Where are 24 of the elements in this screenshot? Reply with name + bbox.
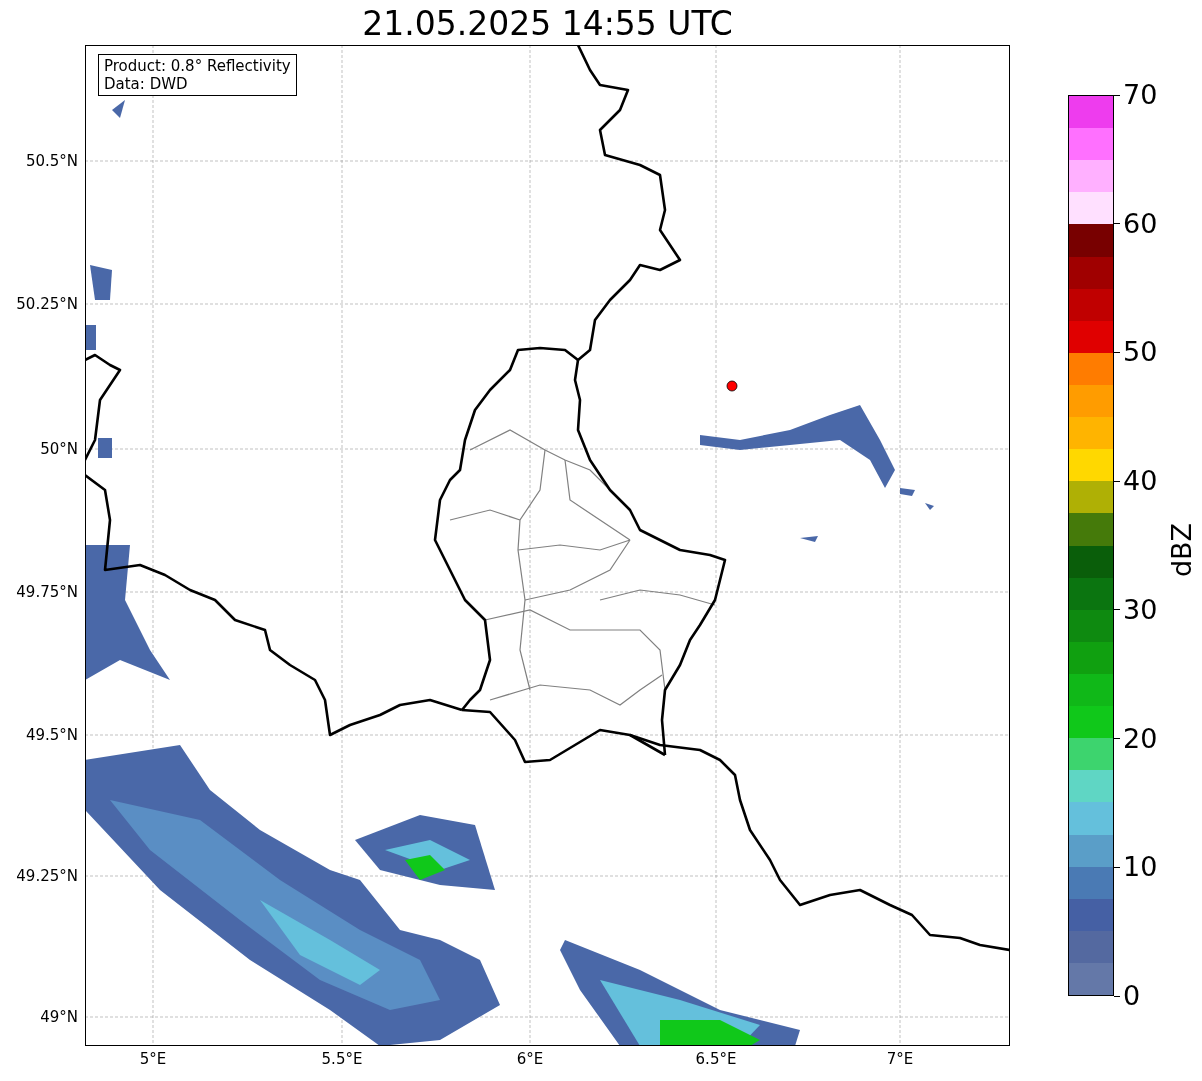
longitude-label: 7°E xyxy=(886,1050,914,1068)
longitude-label: 6.5°E xyxy=(695,1050,737,1068)
colorbar-tick-label: 30 xyxy=(1123,594,1158,625)
colorbar-tick-label: 20 xyxy=(1123,723,1158,754)
latitude-label: 50.25°N xyxy=(16,295,78,313)
latitude-label: 50°N xyxy=(40,440,78,458)
latitude-label: 49.25°N xyxy=(16,867,78,885)
latitude-label: 49.5°N xyxy=(25,726,78,744)
longitude-label: 6°E xyxy=(516,1050,544,1068)
colorbar-tick-label: 40 xyxy=(1123,466,1158,497)
chart-title: 21.05.2025 14:55 UTC xyxy=(362,4,733,44)
latitude-label: 49°N xyxy=(40,1008,78,1026)
colorbar-tick-label: 0 xyxy=(1123,981,1141,1011)
info-text: Data: DWD xyxy=(104,75,189,93)
longitude-label: 5.5°E xyxy=(321,1050,363,1068)
longitude-label: 5°E xyxy=(139,1050,167,1068)
latitude-label: 50.5°N xyxy=(25,152,78,170)
latitude-label: 49.75°N xyxy=(16,583,78,601)
info-text: Product: 0.8° Reflectivity xyxy=(104,57,291,75)
colorbar-tick-label: 70 xyxy=(1123,80,1158,110)
colorbar-tick-label: 50 xyxy=(1123,337,1158,368)
colorbar-tick-label: 10 xyxy=(1123,852,1158,883)
colorbar-tick-label: 60 xyxy=(1123,208,1158,239)
colorbar-label: dBZ xyxy=(1167,522,1197,578)
